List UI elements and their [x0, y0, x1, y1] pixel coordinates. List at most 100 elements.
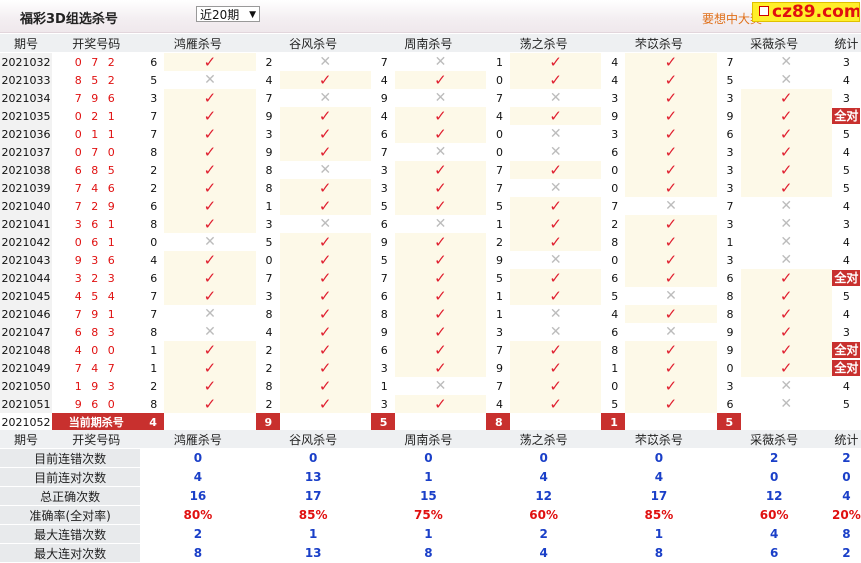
kill-number: 6 [150, 271, 158, 285]
kill-number: 5 [380, 199, 388, 213]
summary-row: 最大连对次数 8 13 8 4 8 6 2 [0, 543, 861, 563]
cross-icon: ✕ [434, 54, 447, 70]
summary-label: 总正确次数 [0, 486, 141, 506]
summary-value: 15 [370, 486, 487, 506]
summary-row: 最大连错次数 2 1 1 2 1 4 8 [0, 524, 861, 544]
row-draw-numbers: 3 2 3 [74, 271, 118, 285]
kill-number: 4 [496, 109, 504, 123]
check-icon: ✓ [318, 323, 332, 341]
row-draw-numbers: 7 9 6 [74, 91, 118, 105]
kill-number: 7 [726, 199, 734, 213]
current-pick-spacer [740, 413, 832, 431]
row-period: 2021048 [0, 341, 53, 359]
kill-number: 9 [726, 109, 734, 123]
result-mark: ✕ [625, 323, 716, 341]
result-mark: ✓ [164, 89, 256, 107]
summary-header: 期号 开奖号码 鸿雁杀号 谷风杀号 周南杀号 荡之杀号 芣苡杀号 采薇杀号 统计 [0, 430, 861, 449]
stat-count: 5 [842, 397, 850, 411]
check-icon: ✓ [779, 269, 793, 287]
kill-number: 3 [726, 217, 734, 231]
result-mark: ✕ [280, 53, 371, 72]
result-mark: ✓ [164, 125, 256, 143]
cross-icon: ✕ [434, 144, 447, 160]
check-icon: ✓ [434, 179, 447, 197]
current-pick-spacer [279, 413, 371, 431]
check-icon: ✓ [203, 269, 217, 287]
kill-number: 7 [496, 343, 504, 357]
kill-number: 3 [726, 163, 734, 177]
cross-icon: ✕ [780, 54, 793, 70]
kill-number: 8 [150, 217, 158, 231]
summary-value: 1 [255, 524, 371, 544]
result-mark: ✕ [164, 233, 255, 251]
result-mark: ✓ [394, 359, 487, 377]
kill-number: 6 [150, 55, 158, 69]
top-bar: 福彩3D组选杀号 近20期 ▼ 要想中大奖 cz89.com [0, 0, 861, 33]
cross-icon: ✕ [780, 378, 793, 394]
kill-number: 1 [496, 217, 504, 231]
row-draw-numbers: 1 9 3 [74, 379, 118, 393]
row-draw-numbers: 9 6 0 [74, 397, 118, 411]
stat-count: 3 [842, 55, 850, 69]
kill-number: 3 [150, 91, 158, 105]
all-correct-badge: 全对 [832, 360, 861, 376]
result-mark: ✓ [164, 107, 256, 125]
result-mark: ✕ [280, 89, 371, 107]
result-mark: ✓ [279, 269, 371, 287]
result-mark: ✕ [395, 89, 486, 107]
result-mark: ✓ [164, 395, 256, 413]
kill-number: 9 [496, 361, 504, 375]
kill-number: 3 [265, 127, 273, 141]
result-mark: ✓ [625, 215, 717, 233]
result-mark: ✓ [510, 52, 602, 71]
period-range-select[interactable]: 近20期 ▼ [196, 6, 260, 22]
table-row: 2021048 4 0 0 1 ✓ 2 ✓ 6 ✓ 7 ✓ 8 ✓ 9 ✓ 全对 [0, 341, 861, 359]
kill-number-table: 期号 开奖号码 鸿雁杀号 谷风杀号 周南杀号 荡之杀号 芣苡杀号 采薇杀号 统计 2021032 0… [0, 34, 861, 431]
row-stat: 全对 [832, 269, 861, 287]
result-mark: ✓ [625, 395, 717, 413]
result-mark: ✓ [394, 341, 487, 359]
row-draw-numbers: 7 4 6 [74, 181, 118, 195]
check-icon: ✓ [664, 305, 678, 323]
summary-header-killer: 谷风杀号 [255, 430, 371, 449]
result-mark: ✓ [279, 251, 371, 269]
kill-number: 0 [150, 235, 158, 249]
check-icon: ✓ [318, 179, 332, 197]
row-stat: 全对 [832, 107, 861, 125]
table-row: 2021047 6 8 3 8 ✕ 4 ✓ 9 ✓ 3 ✕ 6 ✕ 9 ✓ 3 [0, 323, 861, 341]
stat-count: 5 [842, 289, 850, 303]
result-mark: ✓ [740, 125, 832, 143]
result-mark: ✓ [625, 341, 717, 359]
check-icon: ✓ [318, 377, 332, 395]
kill-number: 5 [496, 199, 504, 213]
stat-count: 4 [842, 379, 850, 393]
site-logo[interactable]: cz89.com [752, 2, 860, 22]
stat-count: 5 [842, 163, 850, 177]
result-mark: ✓ [394, 287, 487, 305]
check-icon: ✓ [434, 107, 447, 125]
summary-value: 17 [601, 486, 717, 506]
kill-number: 9 [726, 343, 734, 357]
check-icon: ✓ [549, 52, 562, 71]
row-stat: 4 [832, 143, 861, 161]
check-icon: ✓ [203, 161, 217, 179]
header-killer: 周南杀号 [370, 34, 487, 53]
kill-number: 9 [726, 325, 734, 339]
period-range-value: 近20期 [200, 8, 240, 22]
kill-number: 4 [265, 73, 273, 87]
kill-number: 7 [150, 307, 158, 321]
row-period: 2021047 [0, 323, 53, 341]
table-row: 2021038 6 8 5 2 ✓ 8 ✕ 3 ✓ 7 ✓ 0 ✓ 3 ✓ 5 [0, 161, 861, 179]
result-mark: ✓ [394, 233, 487, 251]
kill-number: 3 [726, 253, 734, 267]
stat-count: 4 [842, 145, 850, 159]
result-mark: ✓ [625, 143, 717, 161]
kill-number: 0 [496, 145, 504, 159]
kill-number: 7 [265, 91, 273, 105]
kill-number: 2 [265, 397, 273, 411]
cross-icon: ✕ [434, 90, 447, 106]
check-icon: ✓ [318, 233, 332, 251]
row-period: 2021044 [0, 269, 53, 287]
row-period: 2021049 [0, 359, 53, 377]
check-icon: ✓ [434, 197, 447, 215]
